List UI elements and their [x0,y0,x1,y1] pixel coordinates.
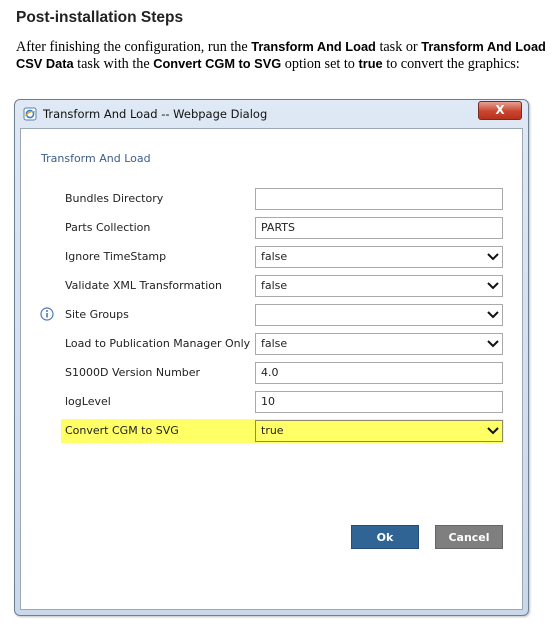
field-label: Bundles Directory [65,192,164,205]
validate-xml-select[interactable]: false [255,275,503,297]
chevron-down-icon [487,253,499,261]
select-value: false [261,279,288,292]
para-text: After finishing the configuration, run t… [16,39,252,55]
chevron-down-icon [487,311,499,319]
select-value: true [261,424,284,437]
convert-cgm-select[interactable]: true [255,420,503,442]
bundles-directory-input[interactable] [255,188,503,210]
select-value: false [261,337,288,350]
dialog-title: Transform And Load -- Webpage Dialog [43,107,268,121]
chevron-down-icon [487,340,499,348]
chevron-down-icon [487,427,499,435]
cancel-button[interactable]: Cancel [435,525,503,549]
load-to-pm-select[interactable]: false [255,333,503,355]
field-label: Ignore TimeStamp [65,250,167,263]
field-row-validate-xml: Validate XML Transformation false [21,274,522,298]
para-text: option set to [281,55,359,72]
ok-button[interactable]: Ok [351,525,419,549]
field-row-bundles-directory: Bundles Directory [21,187,522,211]
field-label: Site Groups [65,308,129,321]
doc-heading: Post-installation Steps [16,9,184,26]
field-row-site-groups: Site Groups [21,303,522,327]
field-label: logLevel [65,395,111,408]
close-button[interactable]: X [478,101,522,120]
field-row-load-to-pm: Load to Publication Manager Only false [21,332,522,356]
para-text: to convert the graphics: [382,55,520,72]
field-row-ignore-timestamp: Ignore TimeStamp false [21,245,522,269]
field-row-s1000d-version: S1000D Version Number 4.0 [21,361,522,385]
field-row-loglevel: logLevel 10 [21,390,522,414]
para-text: task with the [73,55,154,72]
field-label: Load to Publication Manager Only [65,337,251,350]
info-icon[interactable] [40,307,54,321]
field-row-convert-cgm: Convert CGM to SVG true [61,419,504,443]
form-title: Transform And Load [41,152,151,165]
option-name: Convert CGM to SVG [153,55,282,71]
ie-page-icon [23,107,37,121]
close-icon: X [495,103,505,117]
webpage-dialog: Transform And Load -- Webpage Dialog X T… [14,99,529,616]
field-row-parts-collection: Parts Collection PARTS [21,216,522,240]
select-value: false [261,250,288,263]
ignore-timestamp-select[interactable]: false [255,246,503,268]
field-label: S1000D Version Number [65,366,201,379]
site-groups-select[interactable] [255,304,503,326]
field-label: Validate XML Transformation [65,279,223,292]
field-label: Convert CGM to SVG [65,424,179,437]
loglevel-input[interactable]: 10 [255,391,503,413]
title-bar[interactable]: Transform And Load -- Webpage Dialog X [15,100,528,128]
chevron-down-icon [487,282,499,290]
s1000d-version-input[interactable]: 4.0 [255,362,503,384]
para-text: task or [375,39,422,55]
dialog-content: Transform And Load Bundles Directory Par… [20,128,523,610]
task-name-transform: Transform And Load [251,39,376,54]
parts-collection-input[interactable]: PARTS [255,217,503,239]
field-label: Parts Collection [65,221,151,234]
option-value: true [358,55,383,71]
doc-paragraph: After finishing the configuration, run t… [16,39,548,72]
